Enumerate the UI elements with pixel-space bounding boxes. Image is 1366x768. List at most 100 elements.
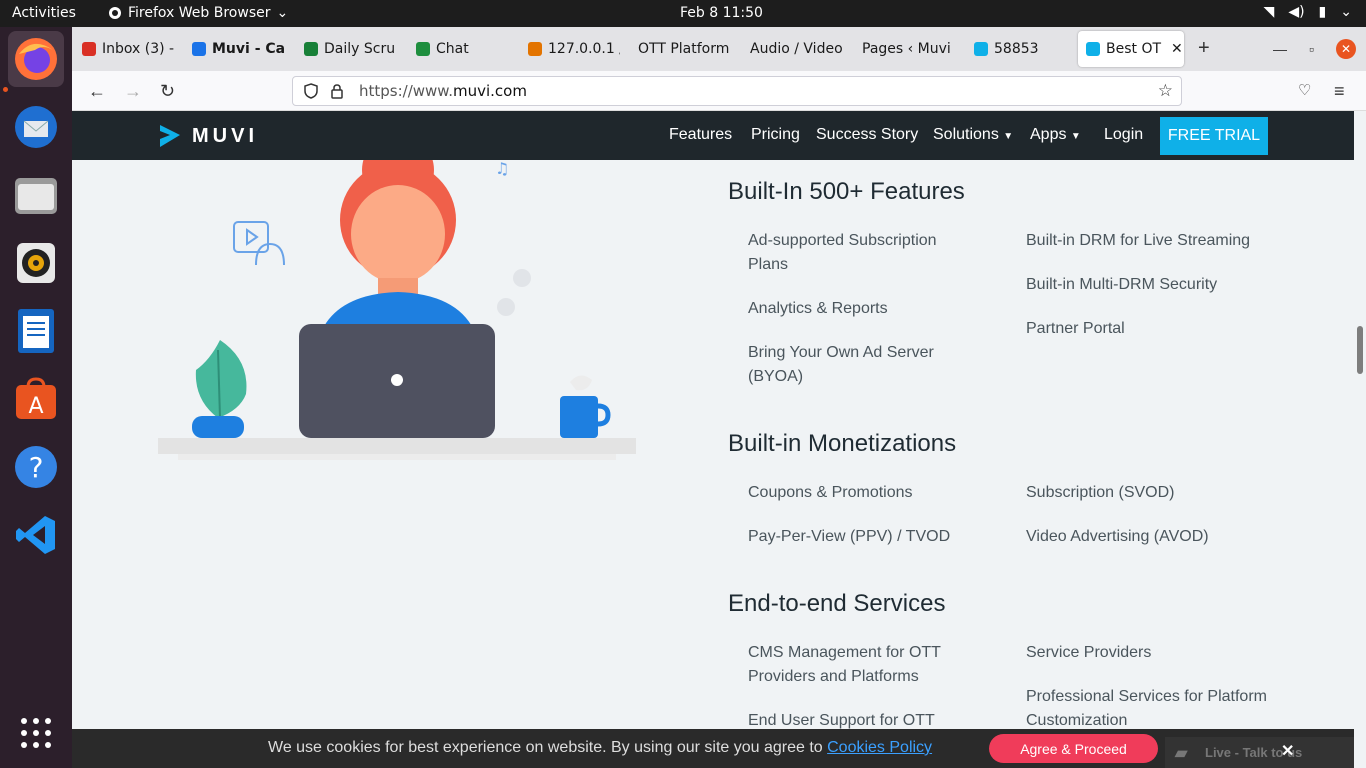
activities-button[interactable]: Activities (12, 5, 76, 21)
service-item[interactable]: Professional Services for Platform Custo… (1026, 685, 1276, 733)
dock-help[interactable]: ? (8, 439, 64, 495)
app-menu[interactable]: Firefox Web Browser ⌄ (108, 5, 288, 21)
tab-daily-scrum[interactable]: Daily Scru (304, 31, 396, 67)
pocket-icon[interactable]: ♡ (1298, 81, 1311, 99)
url-text: https://www.muvi.com (359, 82, 527, 100)
section-title-services: End-to-end Services (728, 590, 946, 617)
tab-inbox[interactable]: Inbox (3) - (82, 31, 174, 67)
feature-item[interactable]: Partner Portal (1026, 317, 1276, 341)
feature-item[interactable]: Built-in DRM for Live Streaming (1026, 229, 1276, 253)
chat-bubble-icon: ▰ (1175, 745, 1188, 762)
url-bar[interactable]: https://www.muvi.com ☆ (292, 76, 1182, 106)
agree-proceed-button[interactable]: Agree & Proceed (989, 734, 1158, 763)
svg-text:♫: ♫ (495, 160, 509, 178)
nav-bar: ← → ↻ https://www.muvi.com ☆ ♡ ≡ (72, 71, 1366, 111)
bookmark-star-icon[interactable]: ☆ (1158, 81, 1173, 101)
live-chat-widget[interactable]: ▰ Live - Talk to us ✕ (1165, 737, 1354, 768)
menu-login[interactable]: Login (1104, 126, 1143, 144)
monetization-item[interactable]: Pay-Per-View (PPV) / TVOD (748, 525, 988, 549)
service-item[interactable]: CMS Management for OTT Providers and Pla… (748, 641, 978, 689)
active-indicator (3, 87, 8, 92)
hamburger-menu-icon[interactable]: ≡ (1334, 81, 1345, 102)
dock-software[interactable]: A (8, 371, 64, 427)
muvi-icon (1086, 42, 1100, 56)
volume-icon: ◀) (1288, 4, 1305, 20)
system-tray[interactable]: ◥ ◀) ▮ ⌄ (1264, 4, 1352, 20)
new-tab-icon[interactable]: + (1198, 37, 1210, 60)
tab-ott-platform[interactable]: OTT Platform (638, 31, 730, 67)
tab-muvi-cal[interactable]: Muvi - Cal (192, 31, 284, 67)
dock-files[interactable] (8, 167, 64, 223)
gmail-icon (82, 42, 96, 56)
dock-writer[interactable] (8, 303, 64, 359)
cookie-message: We use cookies for best experience on we… (268, 739, 933, 756)
clock[interactable]: Feb 8 11:50 (680, 5, 763, 21)
monetization-item[interactable]: Video Advertising (AVOD) (1026, 525, 1276, 549)
wifi-icon: ◥ (1263, 4, 1275, 20)
tab-chat[interactable]: Chat (416, 31, 508, 67)
firefox-icon (15, 38, 57, 80)
service-item[interactable]: Service Providers (1026, 641, 1276, 665)
chat-icon (416, 42, 430, 56)
menu-solutions[interactable]: Solutions ▼ (933, 126, 1013, 144)
monetization-item[interactable]: Subscription (SVOD) (1026, 481, 1276, 505)
reload-icon[interactable]: ↻ (160, 81, 175, 102)
page-scrollbar[interactable] (1354, 111, 1366, 768)
feature-item[interactable]: Ad-supported Subscription Plans (748, 229, 978, 277)
folder-icon (15, 178, 57, 214)
caret-down-icon: ▼ (1003, 131, 1014, 142)
minimize-icon[interactable]: — (1273, 41, 1287, 57)
feature-item[interactable]: Analytics & Reports (748, 297, 978, 321)
close-chat-icon[interactable]: ✕ (1281, 741, 1294, 761)
hero-illustration: ♫ (150, 134, 650, 475)
tab-bar: Inbox (3) - Muvi - Cal Daily Scru Chat 1… (72, 27, 1366, 71)
phpmyadmin-icon (528, 42, 542, 56)
tab-audio-video[interactable]: Audio / Video (750, 31, 842, 67)
tab-best-ott[interactable]: Best OT ✕ (1078, 31, 1184, 67)
section-title-features: Built-In 500+ Features (728, 178, 965, 205)
svg-text:A: A (28, 394, 43, 419)
tab-localhost[interactable]: 127.0.0.1 / (528, 31, 620, 67)
scrollbar-thumb[interactable] (1357, 326, 1363, 374)
feature-item[interactable]: Bring Your Own Ad Server (BYOA) (748, 341, 978, 389)
help-icon: ? (15, 446, 57, 488)
caret-down-icon: ▼ (1070, 131, 1081, 142)
monetization-item[interactable]: Coupons & Promotions (748, 481, 988, 505)
grid-icon (21, 718, 51, 748)
menu-apps[interactable]: Apps ▼ (1030, 126, 1081, 144)
sheets-icon (304, 42, 318, 56)
site-header: MUVI Features Pricing Success Story Solu… (72, 111, 1354, 160)
dock-thunderbird[interactable] (8, 99, 64, 155)
firefox-small-icon (109, 7, 121, 19)
speaker-icon (17, 243, 55, 283)
menu-pricing[interactable]: Pricing (751, 126, 800, 144)
back-arrow-icon[interactable]: ← (88, 81, 106, 102)
tab-58853[interactable]: 58853 (974, 31, 1066, 67)
dock-show-apps[interactable] (8, 705, 64, 761)
cookies-policy-link[interactable]: Cookies Policy (827, 739, 932, 756)
close-window-icon[interactable]: ✕ (1336, 39, 1356, 59)
vscode-icon (16, 516, 55, 554)
free-trial-button[interactable]: FREE TRIAL (1160, 117, 1268, 155)
menu-features[interactable]: Features (669, 126, 732, 144)
maximize-icon[interactable]: ▫ (1309, 41, 1314, 57)
feature-item[interactable]: Built-in Multi-DRM Security (1026, 273, 1276, 297)
muvi-logo-icon (160, 125, 180, 147)
dock-vscode[interactable] (8, 507, 64, 563)
window-controls: — ▫ ✕ (1273, 39, 1356, 59)
close-tab-icon[interactable]: ✕ (1171, 41, 1183, 57)
os-top-bar: Activities Firefox Web Browser ⌄ Feb 8 1… (0, 0, 1366, 27)
tab-pages[interactable]: Pages ‹ Muvi (862, 31, 954, 67)
chevron-down-icon: ⌄ (276, 5, 289, 21)
app-store-icon: A (16, 377, 56, 419)
lock-icon[interactable] (329, 83, 345, 99)
muvi-logo[interactable]: MUVI (158, 123, 258, 149)
power-icon: ⌄ (1340, 4, 1352, 20)
forward-arrow-icon[interactable]: → (124, 81, 142, 102)
shield-icon[interactable] (303, 83, 319, 99)
dock-firefox[interactable] (8, 31, 64, 87)
svg-text:?: ? (29, 451, 44, 484)
menu-success-story[interactable]: Success Story (816, 126, 918, 144)
dock-rhythmbox[interactable] (8, 235, 64, 291)
woman-laptop-illustration: ♫ (158, 134, 636, 460)
